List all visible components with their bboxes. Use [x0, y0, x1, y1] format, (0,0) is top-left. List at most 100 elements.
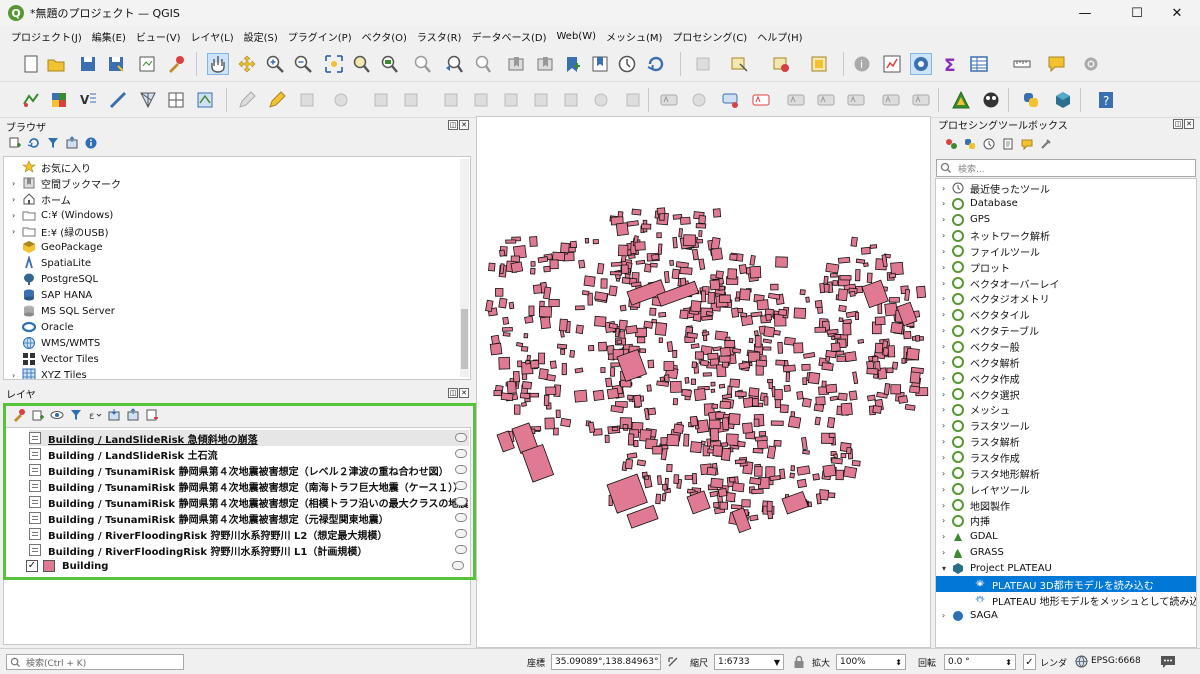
processing-provider[interactable]: › GPS	[942, 212, 990, 228]
remove-layer-icon[interactable]	[145, 408, 159, 422]
locator-search-input[interactable]: 検索(Ctrl + K)	[6, 654, 184, 670]
indicator-icon[interactable]	[455, 465, 467, 474]
processing-provider[interactable]: › 最近使ったツール	[942, 180, 1050, 196]
filter-legend-icon[interactable]	[69, 408, 83, 422]
expand-arrow-icon[interactable]: ›	[12, 371, 22, 380]
scale-field[interactable]: 1:6733 ▼	[714, 654, 784, 670]
add-selected-layers-icon[interactable]	[8, 136, 22, 150]
models-icon[interactable]	[944, 137, 958, 151]
open-project-icon[interactable]	[45, 53, 67, 75]
add-raster-layer-icon[interactable]	[48, 89, 70, 111]
add-vector-tile-icon[interactable]	[194, 89, 216, 111]
processing-provider[interactable]: › ベクター般	[942, 339, 1020, 355]
plateau-plugin-icon[interactable]	[1052, 89, 1074, 111]
processing-provider[interactable]: › ラスタ地形解析	[942, 465, 1040, 481]
magnifier-field[interactable]: 100% ⬍	[836, 654, 906, 670]
chevron-right-icon[interactable]: ›	[942, 374, 952, 383]
processing-algorithm[interactable]: PLATEAU 3D都市モデルを読み込む	[936, 576, 1196, 593]
browser-item[interactable]: PostgreSQL	[12, 271, 98, 287]
processing-provider[interactable]: › SAGA	[942, 608, 998, 624]
chevron-right-icon[interactable]: ›	[942, 199, 952, 208]
cut-features-icon[interactable]	[440, 89, 462, 111]
layer-row[interactable]: Building / LandSlideRisk 急傾斜地の崩落	[29, 430, 469, 446]
chevron-right-icon[interactable]: ›	[942, 358, 952, 367]
menu-processing[interactable]: プロセシング(C)	[667, 29, 752, 44]
processing-provider[interactable]: ▾ Project PLATEAU	[942, 560, 1052, 576]
save-as-icon[interactable]	[105, 53, 127, 75]
building-footprints-map[interactable]	[477, 117, 931, 648]
move-diagram-icon[interactable]	[910, 89, 932, 111]
expand-arrow-icon[interactable]: ›	[12, 179, 22, 188]
add-spatialite-icon[interactable]	[107, 89, 129, 111]
zoom-full-icon[interactable]	[323, 53, 345, 75]
change-label-icon[interactable]	[845, 89, 867, 111]
pan-to-selection-icon[interactable]	[236, 53, 258, 75]
processing-provider[interactable]: › プロット	[942, 259, 1010, 275]
copy-features-icon[interactable]	[470, 89, 492, 111]
chevron-right-icon[interactable]: ›	[942, 485, 952, 494]
browser-item[interactable]: Vector Tiles	[12, 351, 99, 367]
browser-item[interactable]: SAP HANA	[12, 287, 92, 303]
menu-plugins[interactable]: プラグイン(P)	[283, 29, 357, 44]
processing-provider[interactable]: › ネットワーク解析	[942, 228, 1050, 244]
select-features-icon[interactable]	[728, 53, 750, 75]
identify-disabled-icon[interactable]	[692, 53, 714, 75]
new-bookmark-icon[interactable]	[561, 53, 583, 75]
processing-provider[interactable]: › GDAL	[942, 529, 998, 545]
browser-item[interactable]: GeoPackage	[12, 239, 102, 255]
processing-provider[interactable]: › ラスタ解析	[942, 434, 1020, 450]
browser-item[interactable]: WMS/WMTS	[12, 335, 100, 351]
plugin-toolbar-icon[interactable]	[950, 89, 972, 111]
show-hide-labels-icon[interactable]	[880, 89, 902, 111]
close-button[interactable]: ✕	[1154, 0, 1200, 26]
indicator-icon[interactable]	[452, 561, 464, 570]
redo-edits-icon[interactable]	[622, 89, 644, 111]
layer-row[interactable]: Building / LandSlideRisk 土石流	[29, 446, 469, 462]
layer-row[interactable]: Building / TsunamiRisk 静岡県第４次地震被害想定（相模トラ…	[29, 494, 469, 510]
globe-icon[interactable]	[1075, 655, 1088, 668]
zoom-native-icon[interactable]	[411, 53, 433, 75]
collapse-all-icon[interactable]	[126, 408, 140, 422]
help-icon[interactable]: ?	[1095, 89, 1117, 111]
processing-provider[interactable]: › 内挿	[942, 513, 990, 529]
show-pinned-labels-icon[interactable]	[720, 89, 742, 111]
style-manager-icon[interactable]	[165, 53, 187, 75]
indicator-icon[interactable]	[455, 433, 467, 442]
menu-vector[interactable]: ベクタ(O)	[357, 29, 412, 44]
chevron-right-icon[interactable]: ›	[942, 516, 952, 525]
chevron-right-icon[interactable]: ›	[942, 326, 952, 335]
filter-expression-icon[interactable]: ε	[88, 408, 102, 422]
move-label-icon[interactable]	[785, 89, 807, 111]
minimize-button[interactable]: —	[1062, 0, 1108, 26]
processing-provider[interactable]: › ラスタツール	[942, 418, 1030, 434]
select-by-value-icon[interactable]	[808, 53, 830, 75]
map-canvas[interactable]	[476, 116, 931, 648]
new-project-icon[interactable]	[20, 53, 42, 75]
chevron-right-icon[interactable]: ›	[942, 453, 952, 462]
refresh-icon[interactable]	[645, 53, 667, 75]
chevron-right-icon[interactable]: ›	[942, 263, 952, 272]
menu-web[interactable]: Web(W)	[551, 31, 601, 42]
chevron-right-icon[interactable]: ›	[942, 532, 952, 541]
browser-item[interactable]: お気に入り	[12, 159, 91, 175]
processing-provider[interactable]: › ベクタジオメトリ	[942, 291, 1050, 307]
processing-provider[interactable]: › ベクタオーバーレイ	[942, 275, 1060, 291]
history-icon[interactable]	[982, 137, 996, 151]
redo-icon[interactable]	[560, 89, 582, 111]
chevron-right-icon[interactable]: ›	[942, 247, 952, 256]
delete-selected-icon[interactable]	[400, 89, 422, 111]
modify-attributes-icon[interactable]	[590, 89, 612, 111]
add-wms-icon[interactable]	[165, 89, 187, 111]
layer-row[interactable]: Building / TsunamiRisk 静岡県第４次地震被害想定（元禄型関…	[29, 510, 469, 526]
expand-arrow-icon[interactable]: ›	[12, 211, 22, 220]
browser-item[interactable]: › 空間ブックマーク	[12, 175, 121, 191]
filter-icon[interactable]	[46, 136, 60, 150]
float-icon[interactable]: ◫	[448, 388, 458, 398]
settings-gear-icon[interactable]	[1080, 53, 1102, 75]
digitize-icon[interactable]	[330, 89, 352, 111]
add-delimited-text-icon[interactable]: V	[77, 89, 99, 111]
edit-features-icon[interactable]	[1020, 137, 1034, 151]
identify-features-icon[interactable]: i	[851, 53, 873, 75]
browser-scrollbar[interactable]	[460, 159, 469, 377]
chevron-right-icon[interactable]: ›	[942, 184, 952, 193]
